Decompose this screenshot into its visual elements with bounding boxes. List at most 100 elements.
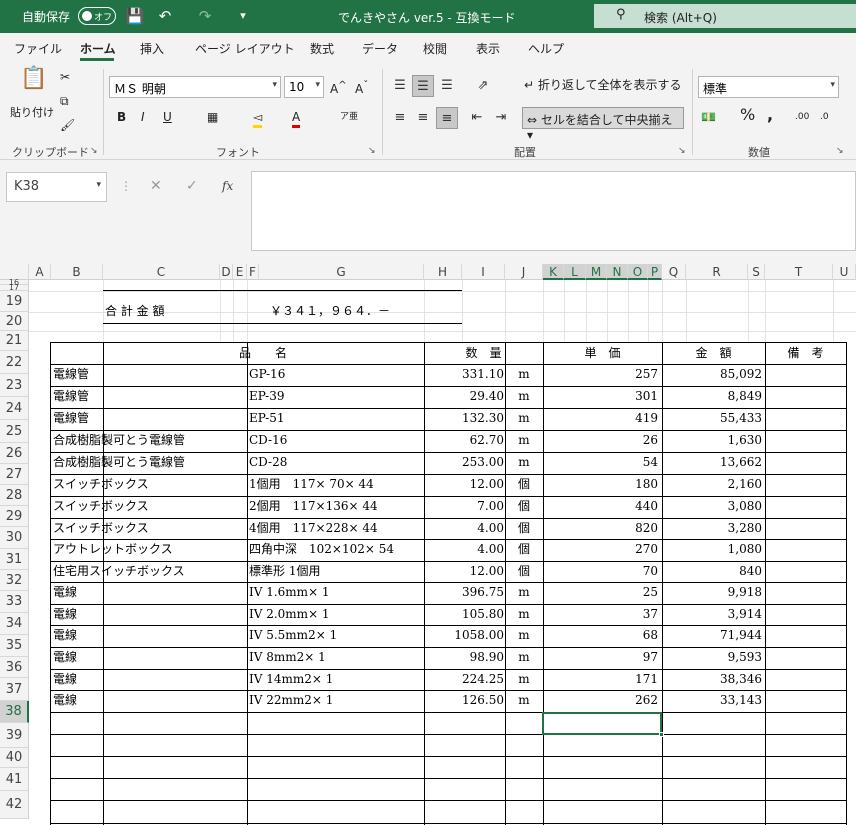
italic-icon[interactable]: I: [141, 109, 145, 125]
tab-1[interactable]: ホーム: [80, 40, 116, 57]
row-header-31[interactable]: 31: [0, 549, 29, 570]
customize-qat-icon[interactable]: ▾: [233, 6, 253, 26]
item-amount[interactable]: 13,662: [662, 452, 762, 473]
item-spec[interactable]: IV 22mm2× 1: [249, 690, 424, 711]
item-qty[interactable]: 29.40: [424, 386, 504, 407]
row-header-32[interactable]: 32: [0, 570, 29, 591]
align-top-icon[interactable]: ☰: [389, 75, 411, 97]
row-header-23[interactable]: 23: [0, 374, 29, 397]
increase-indent-icon[interactable]: ⇥: [490, 107, 512, 129]
name-box[interactable]: K38 ▾: [6, 172, 107, 202]
column-header-m[interactable]: M: [586, 264, 607, 280]
item-price[interactable]: 262: [543, 690, 658, 711]
item-amount[interactable]: 8,849: [662, 386, 762, 407]
item-spec[interactable]: 4個用 117×228× 44: [249, 518, 424, 539]
item-amount[interactable]: 9,918: [662, 582, 762, 603]
item-spec[interactable]: CD-28: [249, 452, 424, 473]
percent-icon[interactable]: %: [740, 107, 755, 123]
undo-icon[interactable]: ↶: [155, 6, 175, 26]
tab-3[interactable]: ページ レイアウト: [195, 40, 295, 57]
tab-4[interactable]: 数式: [310, 40, 334, 57]
item-amount[interactable]: 1,630: [662, 430, 762, 451]
row-header-29[interactable]: 29: [0, 506, 29, 527]
item-spec[interactable]: IV 1.6mm× 1: [249, 582, 424, 603]
item-unit[interactable]: m: [505, 647, 543, 668]
item-spec[interactable]: IV 2.0mm× 1: [249, 604, 424, 625]
save-icon[interactable]: 💾: [125, 6, 145, 26]
row-header-26[interactable]: 26: [0, 443, 29, 464]
item-name[interactable]: スイッチボックス: [53, 474, 243, 495]
item-name[interactable]: 電線: [53, 604, 243, 625]
column-header-j[interactable]: J: [505, 264, 543, 280]
item-unit[interactable]: m: [505, 386, 543, 407]
item-qty[interactable]: 98.90: [424, 647, 504, 668]
column-header-i[interactable]: I: [462, 264, 505, 280]
item-spec[interactable]: EP-39: [249, 386, 424, 407]
align-center-icon[interactable]: ≡: [412, 107, 434, 129]
item-unit[interactable]: 個: [505, 561, 543, 582]
formula-input[interactable]: [251, 171, 856, 251]
font-launcher-icon[interactable]: ↘: [368, 146, 376, 156]
shrink-font-icon[interactable]: Aˇ: [355, 78, 368, 97]
tab-8[interactable]: ヘルプ: [528, 40, 564, 57]
item-name[interactable]: 電線管: [53, 386, 243, 407]
clipboard-launcher-icon[interactable]: ↘: [90, 146, 98, 156]
item-amount[interactable]: 840: [662, 561, 762, 582]
column-header-o[interactable]: O: [628, 264, 648, 280]
column-header-k[interactable]: K: [543, 264, 564, 280]
row-header-36[interactable]: 36: [0, 657, 29, 678]
column-header-h[interactable]: H: [424, 264, 462, 280]
item-spec[interactable]: CD-16: [249, 430, 424, 451]
decrease-indent-icon[interactable]: ⇤: [466, 107, 488, 129]
item-name[interactable]: 住宅用スイッチボックス: [53, 561, 243, 582]
column-header-g[interactable]: G: [259, 264, 424, 280]
item-qty[interactable]: 105.80: [424, 604, 504, 625]
item-price[interactable]: 171: [543, 669, 658, 690]
row-header-24[interactable]: 24: [0, 397, 29, 420]
item-qty[interactable]: 331.10: [424, 364, 504, 385]
column-header-l[interactable]: L: [564, 264, 586, 280]
row-header-42[interactable]: 42: [0, 791, 29, 819]
item-spec[interactable]: 1個用 117× 70× 44: [249, 474, 424, 495]
row-header-34[interactable]: 34: [0, 613, 29, 635]
item-spec[interactable]: IV 8mm2× 1: [249, 647, 424, 668]
item-qty[interactable]: 12.00: [424, 474, 504, 495]
cut-icon[interactable]: ✂: [60, 69, 70, 85]
item-price[interactable]: 301: [543, 386, 658, 407]
number-launcher-icon[interactable]: ↘: [836, 146, 844, 156]
align-right-icon[interactable]: ≡: [436, 107, 458, 129]
column-header-d[interactable]: D: [220, 264, 233, 280]
item-price[interactable]: 820: [543, 518, 658, 539]
item-unit[interactable]: 個: [505, 518, 543, 539]
item-name[interactable]: スイッチボックス: [53, 496, 243, 517]
row-header-41[interactable]: 41: [0, 768, 29, 791]
item-qty[interactable]: 1058.00: [424, 625, 504, 646]
font-name-select[interactable]: ＭＳ 明朝 ▾: [109, 76, 281, 98]
item-unit[interactable]: m: [505, 408, 543, 429]
row-header-19[interactable]: 19: [0, 291, 29, 312]
item-price[interactable]: 54: [543, 452, 658, 473]
fill-handle[interactable]: [659, 732, 664, 737]
align-middle-icon[interactable]: ☰: [412, 75, 434, 97]
paste-icon[interactable]: 📋: [20, 68, 47, 90]
font-size-select[interactable]: 10 ▾: [284, 76, 324, 98]
item-qty[interactable]: 12.00: [424, 561, 504, 582]
tab-5[interactable]: データ: [362, 40, 398, 57]
item-unit[interactable]: m: [505, 625, 543, 646]
total-label[interactable]: 合 計 金 額: [105, 301, 225, 322]
font-color-icon[interactable]: A: [292, 109, 301, 128]
item-spec[interactable]: IV 5.5mm2× 1: [249, 625, 424, 646]
item-qty[interactable]: 126.50: [424, 690, 504, 711]
item-qty[interactable]: 4.00: [424, 518, 504, 539]
header-note[interactable]: 備 考: [765, 343, 846, 364]
column-header-f[interactable]: F: [247, 264, 259, 280]
item-unit[interactable]: 個: [505, 496, 543, 517]
row-header-35[interactable]: 35: [0, 635, 29, 657]
item-amount[interactable]: 3,080: [662, 496, 762, 517]
item-name[interactable]: スイッチボックス: [53, 518, 243, 539]
item-unit[interactable]: 個: [505, 474, 543, 495]
item-qty[interactable]: 7.00: [424, 496, 504, 517]
item-price[interactable]: 25: [543, 582, 658, 603]
header-qty[interactable]: 数 量: [424, 343, 543, 364]
item-amount[interactable]: 33,143: [662, 690, 762, 711]
